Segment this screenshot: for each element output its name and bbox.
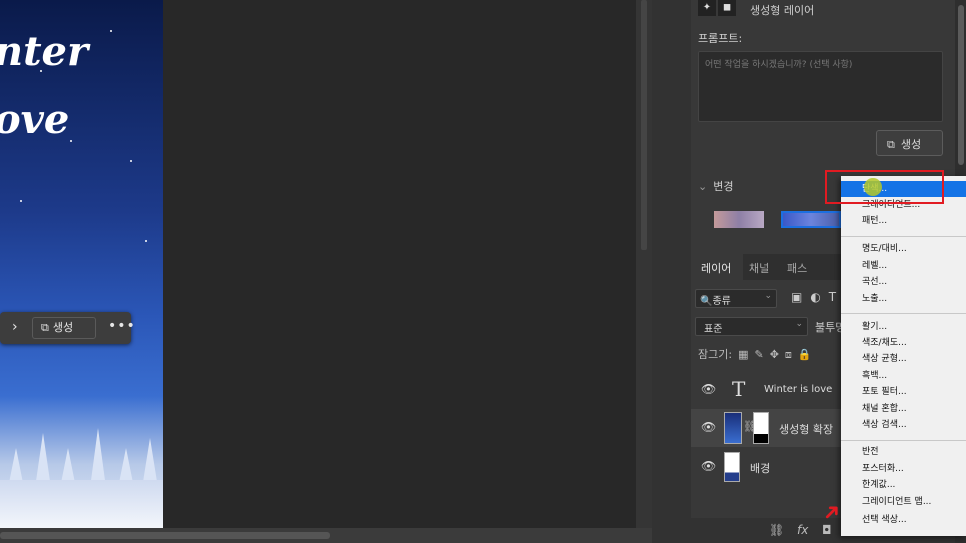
menu-item-black-white[interactable]: 흑백... — [841, 368, 966, 384]
callout-highlight-box — [825, 170, 944, 204]
menu-separator — [841, 236, 966, 237]
lock-row: 잠그기: ▦ ✎ ✥ ⧈ 🔒 — [698, 346, 812, 362]
canvas-text-line2: ove — [0, 96, 70, 143]
star — [110, 30, 112, 32]
contextual-taskbar: › ⧉ 생성 ••• — [0, 312, 135, 344]
canvas-text-line1: nter — [0, 28, 89, 75]
filter-icons[interactable]: ▣◐T — [791, 290, 844, 304]
lock-brush-icon[interactable]: ✎ — [754, 348, 763, 361]
lock-transparent-icon[interactable]: ▦ — [738, 348, 748, 361]
visibility-eye-icon[interactable]: 👁 — [701, 459, 716, 473]
star — [145, 240, 147, 242]
horizontal-scrollbar[interactable] — [0, 528, 652, 543]
menu-separator — [841, 440, 966, 441]
menu-item-vibrance[interactable]: 활기... — [841, 319, 966, 335]
chevron-down-icon: ⌄ — [698, 180, 708, 193]
scroll-thumb[interactable] — [958, 5, 964, 165]
generate-label: 생성 — [900, 138, 922, 151]
tree — [90, 428, 106, 488]
lock-all-icon[interactable]: 🔒 — [798, 348, 812, 361]
generate-button[interactable]: ⧉ 생성 — [876, 130, 943, 156]
layer-filter-select[interactable]: 🔍종류 ⌄ — [695, 289, 777, 308]
workspace-background — [163, 0, 636, 528]
star — [130, 160, 132, 162]
cursor-indicator — [864, 178, 882, 196]
blend-mode-value: 표준 — [704, 324, 723, 335]
star — [70, 140, 72, 142]
link-layers-icon[interactable]: ⛓ — [769, 523, 784, 537]
menu-item-exposure[interactable]: 노출... — [841, 291, 966, 307]
menu-separator — [841, 313, 966, 314]
menu-item-selective-color[interactable]: 선택 색상... — [841, 512, 966, 528]
chevron-down-icon: ⌄ — [764, 291, 772, 301]
generate-icon: ⧉ — [887, 138, 895, 151]
canvas-image[interactable]: nter ove — [0, 0, 163, 528]
taskbar-generate-label: 생성 — [52, 321, 74, 334]
generative-layer-icon: ✦ — [698, 0, 716, 16]
menu-item-color-lookup[interactable]: 색상 검색... — [841, 417, 966, 433]
prompt-label: 프롬프트: — [698, 32, 743, 45]
variants-section[interactable]: ⌄ 변경 — [698, 178, 733, 194]
mask-thumbnail — [753, 412, 769, 444]
lock-label: 잠그기: — [698, 348, 733, 361]
menu-item-brightness-contrast[interactable]: 명도/대비... — [841, 241, 966, 257]
menu-item-curves[interactable]: 곡선... — [841, 274, 966, 290]
scroll-thumb[interactable] — [0, 532, 330, 539]
properties-header: ✦ ◼ 생성형 레이어 — [698, 0, 948, 18]
taskbar-generate-button[interactable]: ⧉ 생성 — [32, 317, 96, 339]
menu-item-pattern[interactable]: 패턴... — [841, 213, 966, 229]
menu-item-color-balance[interactable]: 색상 균형... — [841, 351, 966, 367]
menu-item-gradient-map[interactable]: 그레이디언트 맵... — [841, 494, 966, 510]
tab-channels[interactable]: 채널 — [749, 260, 769, 276]
menu-item-invert[interactable]: 반전 — [841, 444, 966, 460]
layer-name: 생성형 확장 — [779, 423, 834, 436]
lock-move-icon[interactable]: ✥ — [770, 348, 779, 361]
search-icon: 🔍 — [700, 296, 713, 307]
adjustment-menu: 단색... 그레이디언트... 패턴... 명도/대비... 레벨... 곡선.… — [841, 176, 966, 536]
fx-icon[interactable]: fx — [797, 523, 808, 537]
layer-name: Winter is love — [764, 384, 833, 395]
tab-layers[interactable]: 레이어 — [701, 260, 731, 276]
visibility-eye-icon[interactable]: 👁 — [701, 420, 716, 434]
menu-item-levels[interactable]: 레벨... — [841, 258, 966, 274]
variant-thumbnail-selected[interactable] — [781, 211, 841, 228]
layer-thumbnail — [724, 452, 740, 482]
add-mask-icon[interactable]: ◘ — [822, 523, 832, 537]
layer-name: 배경 — [750, 462, 771, 475]
variants-label: 변경 — [713, 180, 734, 193]
menu-item-hue-saturation[interactable]: 색조/채도... — [841, 335, 966, 351]
menu-item-threshold[interactable]: 한계값... — [841, 477, 966, 493]
vertical-scrollbar[interactable] — [641, 0, 647, 250]
blend-mode-select[interactable]: 표준 ⌄ — [695, 317, 808, 336]
generate-icon: ⧉ — [41, 321, 49, 334]
menu-item-posterize[interactable]: 포스터화... — [841, 461, 966, 477]
mask-icon: ◼ — [718, 0, 736, 16]
variant-thumbnail[interactable] — [714, 211, 764, 228]
filter-label: 종류 — [712, 296, 731, 307]
tab-paths[interactable]: 패스 — [787, 260, 807, 276]
text-layer-icon: T — [732, 377, 746, 401]
menu-item-photo-filter[interactable]: 포토 필터... — [841, 384, 966, 400]
more-icon[interactable]: ••• — [108, 318, 136, 334]
properties-title: 생성형 레이어 — [750, 4, 815, 17]
chevron-right-icon[interactable]: › — [12, 319, 18, 335]
menu-item-channel-mixer[interactable]: 채널 혼합... — [841, 401, 966, 417]
prompt-input[interactable]: 어떤 작업을 하시겠습니까? (선택 사항) — [698, 51, 943, 122]
snow-ground — [0, 480, 163, 528]
chevron-down-icon: ⌄ — [795, 319, 803, 329]
layer-thumbnail — [724, 412, 742, 444]
lock-artboard-icon[interactable]: ⧈ — [785, 348, 792, 361]
visibility-eye-icon[interactable]: 👁 — [701, 382, 716, 396]
star — [20, 200, 22, 202]
